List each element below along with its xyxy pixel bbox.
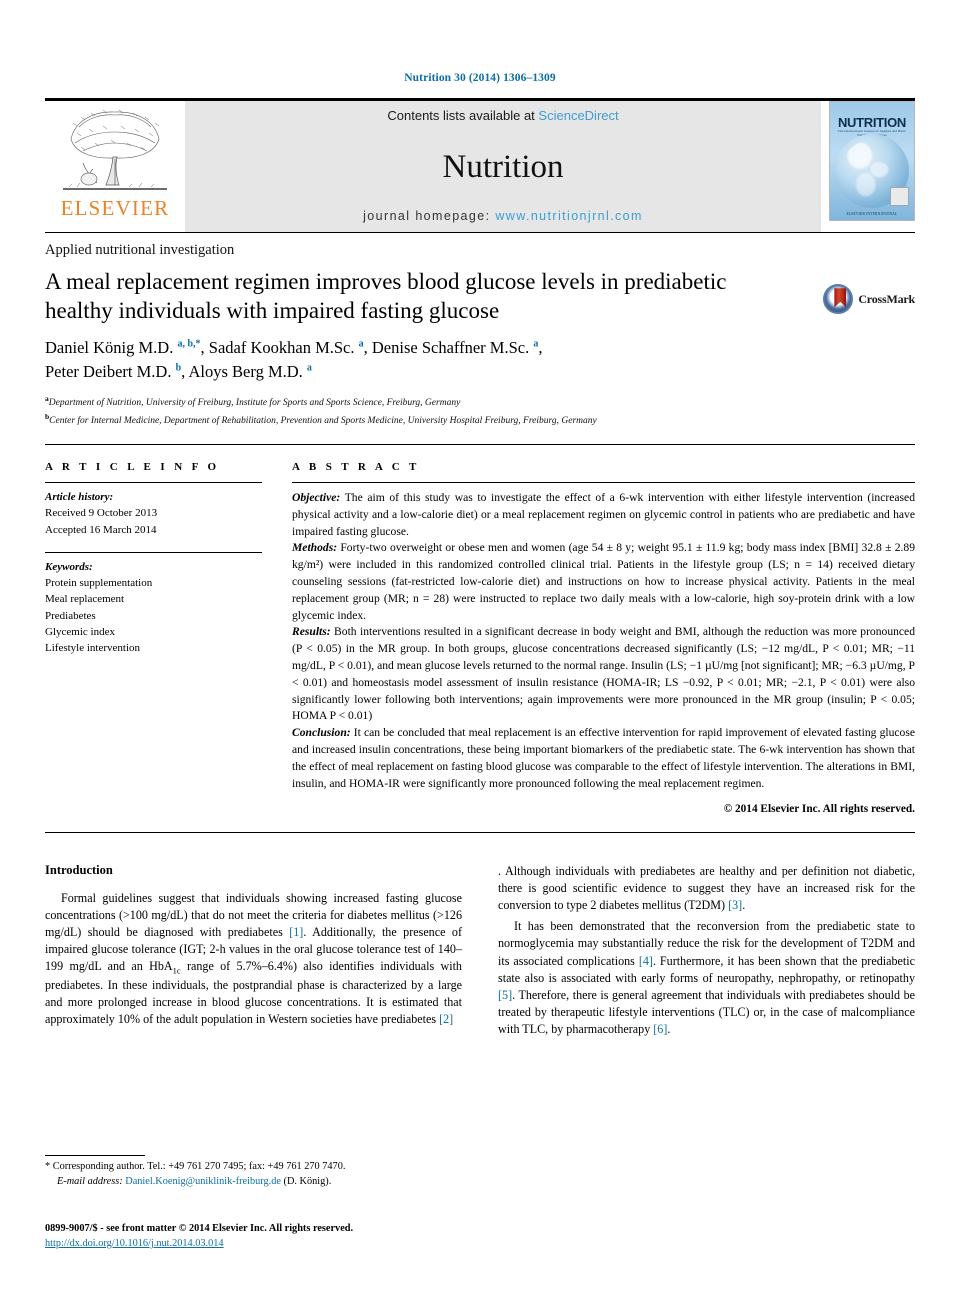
- cover-image: NUTRITION The International Journal of A…: [829, 101, 915, 221]
- journal-title: Nutrition: [442, 148, 564, 185]
- copyright-line: © 2014 Elsevier Inc. All rights reserved…: [723, 803, 915, 816]
- article-history: Article history: Received 9 October 2013…: [45, 483, 262, 538]
- homepage-prefix: journal homepage:: [363, 209, 491, 223]
- email-label: E-mail address:: [57, 1175, 123, 1187]
- elsevier-logo: ELSEVIER: [45, 101, 185, 232]
- methods-text: Forty-two overweight or obese men and wo…: [292, 541, 915, 622]
- keyword-item: Lifestyle intervention: [45, 642, 140, 655]
- crossmark-icon: [823, 284, 854, 315]
- methods-label: Methods:: [292, 541, 338, 555]
- sciencedirect-link[interactable]: ScienceDirect: [538, 108, 618, 123]
- citation-ref-6[interactable]: [6]: [653, 1022, 667, 1036]
- email-suffix: (D. König).: [280, 1175, 332, 1187]
- abstract-heading: A B S T R A C T: [292, 461, 420, 474]
- keyword-item: Glycemic index: [45, 625, 115, 638]
- citation-ref-3[interactable]: [3]: [728, 898, 742, 912]
- body-column-left: Introduction Formal guidelines suggest t…: [45, 863, 462, 1043]
- abstract-objective: Objective: The aim of this study was to …: [292, 490, 915, 540]
- intro-paragraph-1: Formal guidelines suggest that individua…: [45, 890, 462, 1029]
- elsevier-wordmark: ELSEVIER: [60, 196, 170, 220]
- objective-text: The aim of this study was to investigate…: [292, 491, 915, 538]
- journal-homepage-line: journal homepage: www.nutritionjrnl.com: [363, 209, 643, 223]
- affiliation-b-text: Center for Internal Medicine, Department…: [49, 415, 597, 426]
- corresponding-author-text: * Corresponding author. Tel.: +49 761 27…: [45, 1161, 346, 1172]
- affiliation-a-text: Department of Nutrition, University of F…: [48, 398, 461, 409]
- title-block: A meal replacement regimen improves bloo…: [45, 267, 915, 325]
- keywords-block: Keywords: Protein supplementation Meal r…: [45, 553, 262, 657]
- contents-line: Contents lists available at ScienceDirec…: [387, 108, 618, 123]
- objective-label: Objective:: [292, 491, 341, 505]
- received-date: Received 9 October 2013: [45, 507, 158, 520]
- affiliations: aDepartment of Nutrition, University of …: [45, 393, 915, 428]
- intro-p1-part-e: .: [742, 898, 746, 913]
- masthead-bottom-rule: [45, 232, 915, 233]
- conclusion-text: It can be concluded that meal replacemen…: [292, 726, 915, 790]
- page-title: A meal replacement regimen improves bloo…: [45, 269, 727, 324]
- results-label: Results:: [292, 625, 331, 639]
- citation-ref-1[interactable]: [1]: [289, 925, 303, 939]
- running-head: Nutrition 30 (2014) 1306–1309: [404, 72, 556, 84]
- cover-title: NUTRITION: [837, 115, 907, 130]
- sciencedirect-banner: Contents lists available at ScienceDirec…: [185, 101, 821, 232]
- homepage-link[interactable]: www.nutritionjrnl.com: [495, 209, 643, 223]
- abstract-column: A B S T R A C T Objective: The aim of th…: [292, 461, 915, 818]
- history-label: Article history:: [45, 491, 114, 504]
- issn-line: 0899-9007/$ - see front matter © 2014 El…: [45, 1223, 354, 1234]
- citation-ref-4[interactable]: [4]: [639, 954, 653, 968]
- author-line-1: Daniel König M.D. a, b,*, Sadaf Kookhan …: [45, 338, 543, 358]
- author-list: Daniel König M.D. a, b,*, Sadaf Kookhan …: [45, 336, 915, 384]
- crossmark-badge[interactable]: CrossMark: [823, 267, 915, 325]
- elsevier-tree-icon: [59, 105, 171, 197]
- abstract-body: Objective: The aim of this study was to …: [292, 483, 915, 818]
- corresponding-author-note: * Corresponding author. Tel.: +49 761 27…: [45, 1160, 455, 1189]
- citation-ref-5[interactable]: [5]: [498, 988, 512, 1002]
- intro-paragraph-2: It has been demonstrated that the reconv…: [498, 918, 915, 1038]
- footnote-rule: [45, 1155, 145, 1156]
- body-column-right: . Although individuals with prediabetes …: [498, 863, 915, 1043]
- citation-ref-2[interactable]: [2]: [439, 1012, 453, 1026]
- contents-prefix: Contents lists available at: [387, 108, 535, 123]
- intro-p2-part-d: .: [667, 1022, 671, 1037]
- cover-footer: ELSEVIER INTERNATIONAL: [846, 212, 898, 216]
- article-page: Nutrition 30 (2014) 1306–1309 ELSEVIER C…: [0, 0, 960, 1290]
- keyword-item: Prediabetes: [45, 609, 96, 622]
- intro-p1-part-d: . Although individuals with prediabetes …: [498, 863, 915, 913]
- article-section-label: Applied nutritional investigation: [45, 242, 235, 258]
- affiliation-a: aDepartment of Nutrition, University of …: [45, 394, 461, 409]
- journal-cover-thumbnail: NUTRITION The International Journal of A…: [821, 101, 915, 232]
- hba1c-subscript: 1c: [172, 965, 181, 976]
- abstract-conclusion: Conclusion: It can be concluded that mea…: [292, 725, 915, 792]
- conclusion-label: Conclusion:: [292, 726, 351, 740]
- results-text: Both interventions resulted in a signifi…: [292, 625, 915, 723]
- journal-masthead: ELSEVIER Contents lists available at Sci…: [45, 98, 915, 232]
- email-link[interactable]: Daniel.Koenig@uniklinik-freiburg.de: [125, 1176, 281, 1187]
- footnote-block: * Corresponding author. Tel.: +49 761 27…: [45, 1155, 455, 1189]
- introduction-heading: Introduction: [45, 862, 113, 877]
- article-info-column: A R T I C L E I N F O Article history: R…: [45, 461, 292, 818]
- abstract-methods: Methods: Forty-two overweight or obese m…: [292, 540, 915, 624]
- doi-link[interactable]: http://dx.doi.org/10.1016/j.nut.2014.03.…: [45, 1237, 353, 1252]
- accepted-date: Accepted 16 March 2014: [45, 523, 157, 536]
- body-columns: Introduction Formal guidelines suggest t…: [45, 863, 915, 1043]
- cover-badge-icon: [890, 187, 909, 206]
- keyword-item: Meal replacement: [45, 593, 125, 606]
- affiliation-b: bCenter for Internal Medicine, Departmen…: [45, 411, 597, 426]
- abstract-results: Results: Both interventions resulted in …: [292, 624, 915, 725]
- keywords-label: Keywords:: [45, 560, 93, 573]
- email-line: E-mail address: Daniel.Koenig@uniklinik-…: [45, 1175, 455, 1190]
- intro-paragraph-1-cont: . Although individuals with prediabetes …: [498, 863, 915, 915]
- info-abstract-row: A R T I C L E I N F O Article history: R…: [45, 445, 915, 818]
- article-info-heading: A R T I C L E I N F O: [45, 461, 220, 474]
- crossmark-label: CrossMark: [858, 291, 915, 306]
- author-line-2: Peter Deibert M.D. b, Aloys Berg M.D. a: [45, 362, 312, 382]
- keyword-item: Protein supplementation: [45, 577, 153, 590]
- intro-p2-part-c: . Therefore, there is general agreement …: [498, 987, 915, 1037]
- issn-block: 0899-9007/$ - see front matter © 2014 El…: [45, 1222, 353, 1252]
- abstract-bottom-rule: [45, 831, 915, 833]
